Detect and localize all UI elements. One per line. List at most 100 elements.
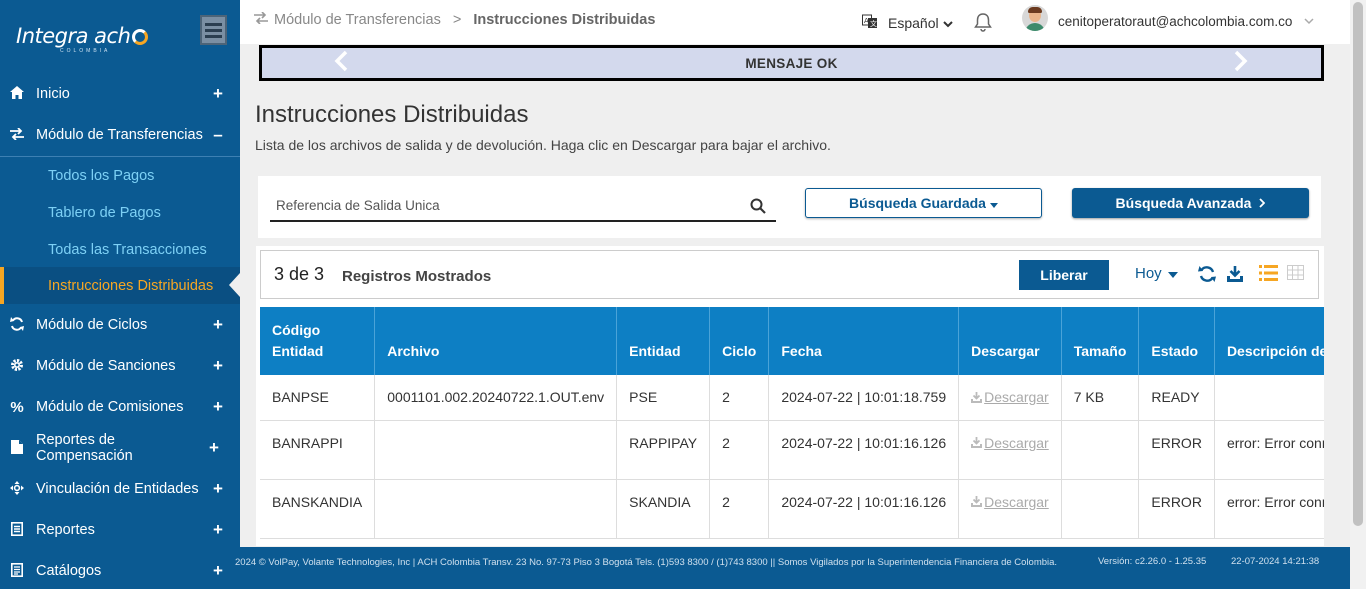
expand-icon[interactable]: + (208, 84, 228, 104)
expand-icon[interactable]: + (208, 479, 228, 499)
saved-search-button[interactable]: Búsqueda Guardada (805, 188, 1042, 218)
instructions-table: Código Entidad Archivo Entidad Ciclo Fec… (260, 307, 1324, 539)
sidebar-item-comisiones[interactable]: % Módulo de Comisiones + (0, 387, 240, 427)
column-header[interactable]: Entidad (616, 307, 711, 375)
footer: 2024 © VolPay, Volante Technologies, Inc… (230, 547, 1366, 589)
expand-icon[interactable]: + (204, 438, 224, 458)
record-label: Registros Mostrados (342, 268, 492, 285)
download-link[interactable]: Descargar (971, 435, 1049, 451)
saved-search-label: Búsqueda Guardada (849, 195, 986, 211)
table-row[interactable]: BANPSE 0001101.002.20240722.1.OUT.env PS… (260, 375, 1324, 421)
search-input[interactable] (270, 197, 730, 213)
expand-icon[interactable]: + (208, 397, 228, 417)
sidebar-item-label: Módulo de Ciclos (36, 317, 148, 333)
grid-view-icon[interactable] (1287, 265, 1305, 283)
language-label: Español (888, 14, 939, 31)
cell-codigo: BANRAPPI (260, 420, 376, 480)
sidebar-subitem-transacciones[interactable]: Todas las Transacciones (0, 231, 240, 268)
transfer-icon (254, 11, 268, 28)
cell-entidad: SKANDIA (616, 479, 711, 539)
search-panel: Búsqueda Guardada Búsqueda Avanzada (258, 176, 1321, 238)
expand-icon[interactable]: + (208, 315, 228, 335)
sidebar-item-label: Módulo de Sanciones (36, 358, 176, 374)
cell-codigo: BANPSE (260, 375, 376, 421)
column-header[interactable]: Estado (1138, 307, 1215, 375)
language-selector[interactable]: A文 Español (862, 13, 953, 32)
column-header[interactable]: Fecha (768, 307, 960, 375)
sidebar-item-catalogos[interactable]: Catálogos + (0, 551, 240, 589)
svg-text:A: A (864, 17, 869, 25)
sidebar-item-sanciones[interactable]: Módulo de Sanciones + (0, 346, 240, 386)
breadcrumb-parent[interactable]: Módulo de Transferencias (274, 12, 441, 28)
chevron-left-icon[interactable] (334, 50, 348, 79)
sidebar-item-label: Catálogos (36, 563, 102, 579)
app-logo[interactable]: Integra ach COLOMBIA (16, 24, 149, 60)
cycle-icon (9, 316, 25, 334)
download-icon (971, 391, 983, 403)
cell-estado: ERROR (1138, 479, 1215, 539)
search-icon[interactable] (750, 198, 766, 214)
list-view-icon[interactable] (1259, 265, 1278, 283)
column-header[interactable]: Tamaño (1061, 307, 1140, 375)
version-text: Versión: c2.26.0 - 1.25.35 (1098, 556, 1207, 567)
period-label: Hoy (1135, 265, 1162, 282)
column-header[interactable]: Descripción del Estado (1214, 307, 1324, 375)
table-header-row: Código Entidad Archivo Entidad Ciclo Fec… (260, 307, 1324, 375)
table-row[interactable]: BANRAPPI RAPPIPAY 2 2024-07-22 | 10:01:1… (260, 420, 1324, 480)
chevron-down-icon (1304, 16, 1314, 28)
column-header[interactable]: Código Entidad (260, 307, 376, 375)
release-button[interactable]: Liberar (1019, 260, 1109, 290)
sidebar-item-label: Inicio (36, 86, 70, 102)
sidebar-item-reportes[interactable]: Reportes + (0, 510, 240, 550)
column-header[interactable]: Archivo (374, 307, 618, 375)
cell-descripcion (1214, 375, 1324, 421)
cell-archivo (374, 479, 618, 539)
breadcrumb: Módulo de Transferencias > Instrucciones… (254, 11, 656, 28)
banner-message: MENSAJE OK (745, 55, 838, 71)
cell-entidad: PSE (616, 375, 711, 421)
sidebar-item-ciclos[interactable]: Módulo de Ciclos + (0, 305, 240, 345)
download-icon (971, 496, 983, 507)
cell-ciclo: 2 (709, 479, 770, 539)
cell-descargar: Descargar (958, 375, 1062, 421)
user-email: cenitoperatoraut@achcolombia.com.co (1058, 14, 1293, 29)
sidebar-subitem-tablero-pagos[interactable]: Tablero de Pagos (0, 194, 240, 231)
menu-toggle-button[interactable] (200, 15, 227, 45)
page-scrollbar[interactable] (1350, 0, 1366, 589)
expand-icon[interactable]: + (208, 356, 228, 376)
period-selector[interactable]: Hoy (1135, 265, 1178, 282)
cell-fecha: 2024-07-22 | 10:01:18.759 (768, 375, 960, 421)
table-row[interactable]: BANSKANDIA SKANDIA 2 2024-07-22 | 10:01:… (260, 479, 1324, 539)
download-link[interactable]: Descargar (971, 494, 1049, 510)
sidebar-subitem-todos-pagos[interactable]: Todos los Pagos (0, 157, 240, 194)
home-icon (9, 86, 25, 102)
expand-icon[interactable]: + (208, 561, 228, 581)
sidebar-item-reportes-compensacion[interactable]: Reportes de Compensación + (0, 428, 240, 468)
chevron-right-icon[interactable] (1234, 50, 1248, 79)
user-menu[interactable]: cenitoperatoraut@achcolombia.com.co (1058, 14, 1314, 29)
cell-codigo: BANSKANDIA (260, 479, 376, 539)
refresh-icon[interactable] (1198, 265, 1216, 283)
sidebar-item-vinculacion[interactable]: Vinculación de Entidades + (0, 469, 240, 509)
column-header[interactable]: Ciclo (709, 307, 770, 375)
cell-descripcion: error: Error connecting t (1214, 420, 1324, 480)
transfer-icon (9, 126, 25, 143)
footer-text: 2024 © VolPay, Volante Technologies, Inc… (235, 557, 1058, 568)
download-icon[interactable] (1226, 265, 1244, 283)
avatar[interactable] (1022, 5, 1048, 31)
expand-icon[interactable]: + (208, 520, 228, 540)
notification-bell-icon[interactable] (974, 12, 994, 32)
sidebar-item-inicio[interactable]: Inicio + (0, 74, 240, 114)
cell-estado: ERROR (1138, 420, 1215, 480)
breadcrumb-current: Instrucciones Distribuidas (473, 12, 656, 28)
sidebar-subitem-instrucciones[interactable]: Instrucciones Distribuidas (0, 267, 240, 304)
active-indicator (229, 273, 240, 297)
sidebar-item-transferencias[interactable]: Módulo de Transferencias – (0, 115, 240, 155)
breadcrumb-separator: > (452, 12, 462, 28)
download-link[interactable]: Descargar (971, 389, 1049, 405)
advanced-search-button[interactable]: Búsqueda Avanzada (1072, 188, 1309, 218)
scrollbar-thumb[interactable] (1353, 2, 1363, 526)
column-header[interactable]: Descargar (958, 307, 1062, 375)
svg-text:文: 文 (870, 19, 877, 28)
collapse-icon[interactable]: – (208, 125, 228, 145)
